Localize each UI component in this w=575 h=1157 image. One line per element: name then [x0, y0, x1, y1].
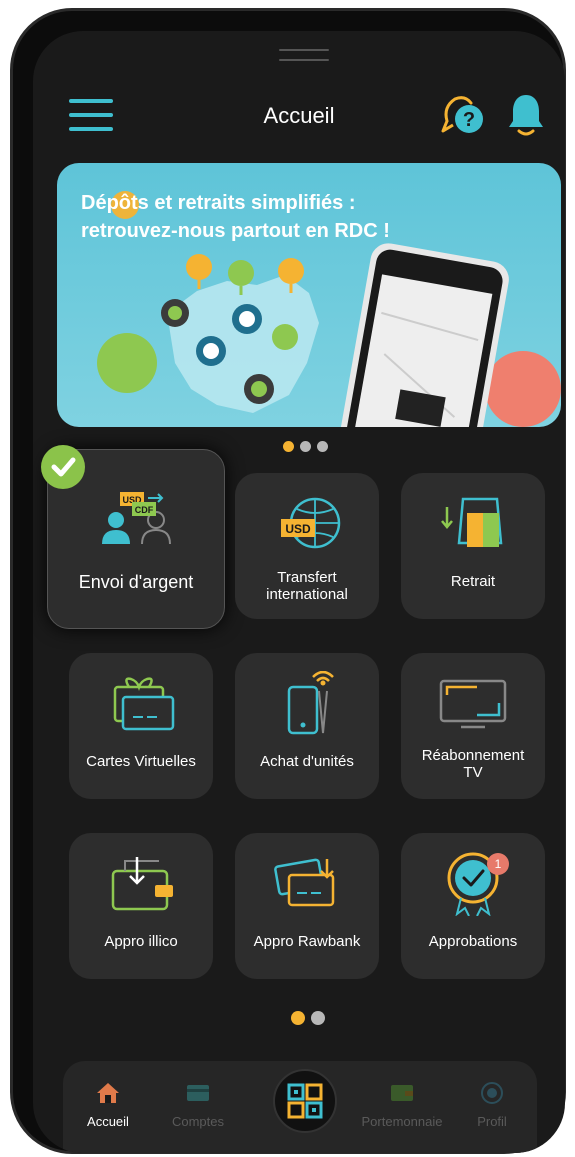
tile-label: Appro illico [104, 933, 178, 950]
pagination-dot-active[interactable] [291, 1011, 305, 1025]
accounts-icon [187, 1085, 209, 1101]
nav-label: Profil [477, 1114, 507, 1129]
globe-usd-icon: USD [235, 487, 379, 559]
nav-item-comptes[interactable]: Comptes [153, 1081, 243, 1129]
phone-airtime-icon [235, 667, 379, 739]
tile-label-line1: Réabonnement [421, 747, 525, 764]
atm-withdraw-icon [401, 487, 545, 559]
pagination-dot[interactable] [317, 441, 328, 452]
notification-bell-icon[interactable] [505, 91, 547, 137]
tile-label-line2: TV [463, 764, 483, 781]
banner-title-line2: retrouvez-nous partout en RDC ! [81, 220, 390, 242]
tile-label: Approbations [428, 933, 518, 950]
tile-label: Cartes Virtuelles [86, 753, 196, 770]
tile-label: Transfert international [239, 569, 375, 603]
gift-card-icon [69, 667, 213, 739]
bottom-nav: Accueil Comptes Portemonnaie Profil [63, 1061, 537, 1153]
promo-banner[interactable]: Dépôts et retraits simplifiés : retrouve… [57, 163, 561, 427]
banner-title-line1: Dépôts et retraits simplifiés : [81, 192, 356, 214]
tile-label: Appro Rawbank [253, 933, 361, 950]
help-chat-icon[interactable]: ? [439, 91, 487, 139]
tile-transfert-international[interactable]: USD Transfert international [235, 473, 379, 619]
tile-appro-rawbank[interactable]: Appro Rawbank [235, 833, 379, 979]
nav-item-portemonnaie[interactable]: Portemonnaie [357, 1081, 447, 1129]
svg-text:USD: USD [285, 522, 311, 536]
tile-appro-illico[interactable]: Appro illico [69, 833, 213, 979]
banner-title: Dépôts et retraits simplifiés : retrouve… [81, 189, 491, 245]
approvals-count-badge: 1 [487, 853, 509, 875]
profile-icon [481, 1082, 503, 1104]
tile-label: Envoi d'argent [78, 572, 194, 592]
tile-label: Retrait [450, 573, 496, 590]
nav-label: Comptes [171, 1114, 225, 1129]
tile-label-line1: Transfert [277, 569, 337, 586]
pagination-dot[interactable] [311, 1011, 325, 1025]
nav-label: Portemonnaie [361, 1114, 443, 1129]
phone-frame: Accueil ? Dépôts et retraits simplifiés … [10, 8, 566, 1154]
svg-text:CDF: CDF [135, 505, 154, 515]
tile-achat-unites[interactable]: Achat d'unités [235, 653, 379, 799]
qr-scan-button[interactable] [273, 1069, 337, 1133]
tile-label-line2: international [266, 586, 348, 603]
notch-line [279, 59, 329, 61]
money-transfer-icon: USD CDF [48, 480, 226, 552]
tile-label: Réabonnement TV [405, 747, 541, 781]
tile-retrait[interactable]: Retrait [401, 473, 545, 619]
nav-item-profil[interactable]: Profil [447, 1081, 537, 1129]
approval-badge-icon [401, 847, 545, 919]
pagination-dot-active[interactable] [283, 441, 294, 452]
nav-label: Accueil [87, 1114, 129, 1129]
banner-pagination [283, 441, 328, 452]
tile-reabonnement-tv[interactable]: Réabonnement TV [401, 653, 545, 799]
cards-topup-icon [235, 847, 379, 919]
tile-approbations[interactable]: Approbations [401, 833, 545, 979]
svg-text:?: ? [463, 109, 475, 131]
qr-scan-icon [287, 1083, 323, 1119]
nav-item-accueil[interactable]: Accueil [63, 1081, 153, 1129]
checkmark-icon [41, 445, 85, 489]
tile-label: Achat d'unités [260, 753, 354, 770]
tv-icon [401, 667, 545, 739]
notch-line [279, 49, 329, 51]
home-icon [97, 1083, 119, 1103]
tile-cartes-virtuelles[interactable]: Cartes Virtuelles [69, 653, 213, 799]
grid-pagination [291, 1011, 325, 1025]
pagination-dot[interactable] [300, 441, 311, 452]
wallet-icon [391, 1085, 413, 1101]
phone-screen: Accueil ? Dépôts et retraits simplifiés … [33, 31, 565, 1153]
wallet-topup-icon [69, 847, 213, 919]
